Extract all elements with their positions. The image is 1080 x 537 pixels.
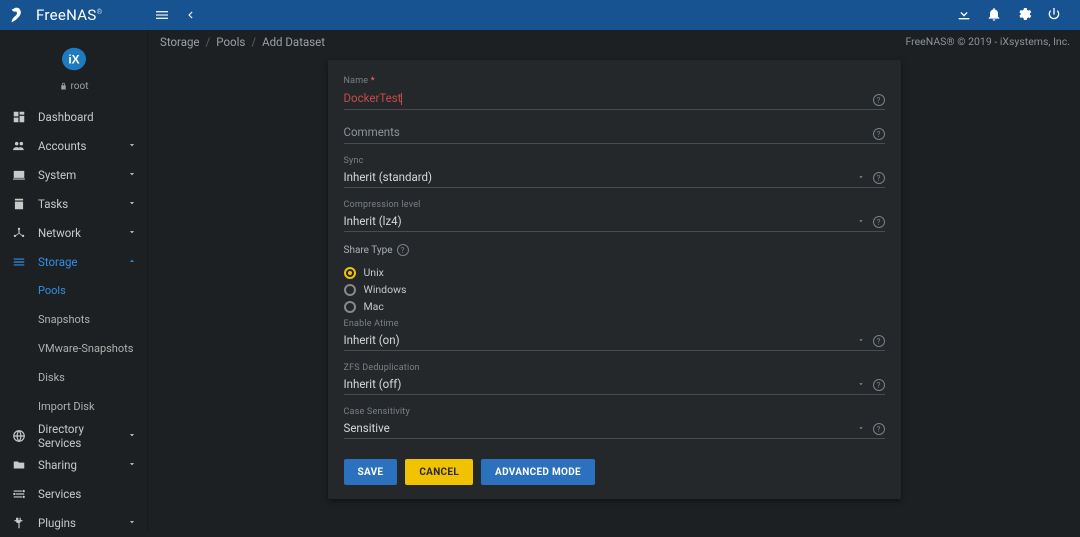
subnav-disks[interactable]: Disks <box>0 363 147 392</box>
save-button[interactable]: SAVE <box>344 459 398 485</box>
select-case-sens[interactable]: Sensitive <box>344 419 885 439</box>
field-compression: Compression level Inherit (lz4) ? <box>344 200 885 232</box>
input-name[interactable]: DockerTest <box>344 88 885 110</box>
back-button[interactable] <box>176 1 204 29</box>
download-icon[interactable] <box>956 6 972 25</box>
advanced-mode-button[interactable]: ADVANCED MODE <box>481 459 595 485</box>
field-atime: Enable Atime Inherit (on) ? <box>344 319 885 351</box>
chevron-down-icon <box>127 168 137 182</box>
nav-sharing[interactable]: Sharing <box>0 450 147 479</box>
nav-list: Dashboard Accounts System Tasks Network <box>0 102 147 537</box>
nav-system[interactable]: System <box>0 160 147 189</box>
chevron-down-icon <box>127 458 137 472</box>
chevron-down-icon <box>857 170 865 184</box>
select-dedup[interactable]: Inherit (off) <box>344 375 885 395</box>
help-icon[interactable]: ? <box>873 335 885 347</box>
help-icon[interactable]: ? <box>873 94 885 106</box>
nav-directory-services[interactable]: Directory Services <box>0 421 147 450</box>
help-icon[interactable]: ? <box>397 244 409 256</box>
subnav-import-disk[interactable]: Import Disk <box>0 392 147 421</box>
help-icon[interactable]: ? <box>873 172 885 184</box>
help-icon[interactable]: ? <box>873 379 885 391</box>
label-atime: Enable Atime <box>344 319 885 329</box>
crumb-pools[interactable]: Pools <box>216 35 245 49</box>
topbar: FreeNAS® <box>0 0 1080 30</box>
field-comments: Comments ? <box>344 122 885 144</box>
select-sync[interactable]: Inherit (standard) <box>344 168 885 188</box>
label-compression: Compression level <box>344 200 885 210</box>
gear-icon[interactable] <box>1016 6 1032 25</box>
nav-network[interactable]: Network <box>0 218 147 247</box>
radio-icon <box>344 267 356 279</box>
nav-tasks[interactable]: Tasks <box>0 189 147 218</box>
freenas-logo-icon <box>8 4 30 26</box>
add-dataset-form: Name * DockerTest ? Comments ? Sync Inhe… <box>328 60 901 499</box>
radio-mac[interactable]: Mac <box>344 298 885 315</box>
help-icon[interactable]: ? <box>873 423 885 435</box>
crumb-add-dataset: Add Dataset <box>262 35 325 49</box>
subnav-vmware-snapshots[interactable]: VMware-Snapshots <box>0 334 147 363</box>
subnav-snapshots[interactable]: Snapshots <box>0 305 147 334</box>
label-name: Name * <box>344 76 885 86</box>
subnav-pools[interactable]: Pools <box>0 276 147 305</box>
bell-icon[interactable] <box>986 6 1002 25</box>
chevron-up-icon <box>127 255 137 269</box>
label-sync: Sync <box>344 156 885 166</box>
field-dedup: ZFS Deduplication Inherit (off) ? <box>344 363 885 395</box>
input-comments[interactable]: Comments <box>344 122 885 144</box>
current-user: root <box>0 81 147 92</box>
chevron-down-icon <box>127 197 137 211</box>
select-atime[interactable]: Inherit (on) <box>344 331 885 351</box>
main-panel: Storage / Pools / Add Dataset FreeNAS® ©… <box>148 30 1080 532</box>
radio-unix[interactable]: Unix <box>344 264 885 281</box>
chevron-down-icon <box>127 139 137 153</box>
field-sync: Sync Inherit (standard) ? <box>344 156 885 188</box>
label-dedup: ZFS Deduplication <box>344 363 885 373</box>
svg-text:iX: iX <box>68 53 79 67</box>
help-icon[interactable]: ? <box>873 216 885 228</box>
form-buttons: SAVE CANCEL ADVANCED MODE <box>344 459 885 485</box>
lock-icon <box>59 82 68 91</box>
chevron-down-icon <box>857 333 865 347</box>
radio-icon <box>344 301 356 313</box>
brand-logo: FreeNAS® <box>8 4 148 26</box>
share-type-heading: Share Type ? <box>344 244 885 256</box>
cancel-button[interactable]: CANCEL <box>405 459 473 485</box>
ix-logo: iX <box>0 38 147 79</box>
chevron-down-icon <box>127 516 137 530</box>
chevron-down-icon <box>857 421 865 435</box>
radio-icon <box>344 284 356 296</box>
nav-accounts[interactable]: Accounts <box>0 131 147 160</box>
sidebar: iX root Dashboard Accounts System <box>0 30 148 532</box>
copyright: FreeNAS® © 2019 - iXsystems, Inc. <box>905 35 1070 48</box>
help-icon[interactable]: ? <box>873 128 885 140</box>
select-compression[interactable]: Inherit (lz4) <box>344 212 885 232</box>
chevron-down-icon <box>857 214 865 228</box>
nav-dashboard[interactable]: Dashboard <box>0 102 147 131</box>
radio-windows[interactable]: Windows <box>344 281 885 298</box>
topbar-actions <box>956 6 1072 25</box>
nav-services[interactable]: Services <box>0 479 147 508</box>
chevron-down-icon <box>127 226 137 240</box>
field-name: Name * DockerTest ? <box>344 76 885 110</box>
menu-toggle[interactable] <box>148 1 176 29</box>
nav-storage[interactable]: Storage <box>0 247 147 276</box>
chevron-down-icon <box>857 377 865 391</box>
menu-icon <box>154 7 170 23</box>
chevron-down-icon <box>127 429 137 443</box>
brand-name: FreeNAS® <box>36 6 102 24</box>
power-icon[interactable] <box>1046 6 1062 25</box>
label-case-sens: Case Sensitivity <box>344 407 885 417</box>
field-case-sensitivity: Case Sensitivity Sensitive ? <box>344 407 885 439</box>
nav-plugins[interactable]: Plugins <box>0 508 147 537</box>
chevron-left-icon <box>183 8 197 22</box>
crumb-storage[interactable]: Storage <box>160 35 200 49</box>
